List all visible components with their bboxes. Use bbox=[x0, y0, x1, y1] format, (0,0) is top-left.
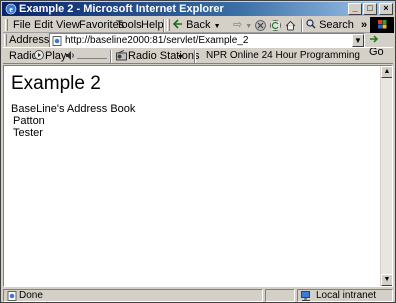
separator bbox=[194, 50, 196, 63]
close-button[interactable]: × bbox=[379, 3, 393, 15]
menu-bar: File Edit View Favorites Tools Help Back… bbox=[3, 17, 393, 33]
address-entry: Patton bbox=[13, 115, 45, 127]
back-button[interactable]: Back ▼ bbox=[172, 18, 221, 33]
address-entry: Tester bbox=[13, 127, 43, 139]
page-viewport: Example 2 BaseLine's Address Book Patton… bbox=[3, 65, 393, 287]
zone-pane: Local intranet bbox=[297, 289, 393, 302]
menu-file[interactable]: File bbox=[13, 19, 31, 31]
menu-tools[interactable]: Tools bbox=[116, 19, 142, 31]
zone-text: Local intranet bbox=[316, 290, 377, 301]
play-label[interactable]: Play bbox=[45, 50, 66, 62]
home-icon[interactable] bbox=[285, 20, 296, 31]
stop-icon[interactable] bbox=[255, 20, 266, 31]
back-dropdown-icon: ▼ bbox=[213, 23, 221, 30]
separator bbox=[110, 50, 112, 63]
address-input[interactable]: http://baseline2000:81/servlet/Example_2… bbox=[49, 33, 365, 48]
vertical-scrollbar[interactable]: ▲ ▼ bbox=[380, 66, 392, 286]
search-icon bbox=[306, 19, 316, 29]
refresh-icon[interactable] bbox=[270, 20, 281, 31]
windows-flag-icon bbox=[378, 20, 387, 29]
title-bar[interactable]: e Example 2 - Microsoft Internet Explore… bbox=[2, 2, 394, 16]
back-label: Back bbox=[186, 19, 211, 31]
play-icon[interactable] bbox=[34, 50, 44, 60]
volume-slider[interactable] bbox=[77, 53, 107, 59]
menu-help[interactable]: Help bbox=[141, 19, 164, 31]
scroll-up-icon[interactable]: ▲ bbox=[381, 66, 392, 78]
search-button[interactable]: Search bbox=[306, 18, 354, 33]
browser-window: e Example 2 - Microsoft Internet Explore… bbox=[0, 0, 396, 303]
go-arrow-icon bbox=[370, 35, 379, 43]
stations-dropdown-icon[interactable]: ▼ bbox=[177, 52, 184, 64]
forward-button[interactable]: ⇨ ▼ bbox=[233, 18, 252, 33]
menu-edit[interactable]: Edit bbox=[34, 19, 53, 31]
status-text: Done bbox=[19, 290, 43, 301]
menu-grip[interactable] bbox=[5, 19, 8, 31]
page-heading: Example 2 bbox=[11, 73, 101, 94]
forward-arrow-icon: ⇨ bbox=[233, 19, 243, 31]
toolbar-grip[interactable] bbox=[167, 19, 170, 31]
internet-explorer-icon: e bbox=[5, 3, 17, 15]
scroll-down-icon[interactable]: ▼ bbox=[381, 274, 392, 286]
status-bar: Done Local intranet bbox=[3, 289, 393, 302]
status-pane: Done bbox=[3, 289, 263, 302]
address-book-title: BaseLine's Address Book bbox=[11, 103, 136, 115]
status-pane bbox=[265, 289, 295, 302]
separator bbox=[301, 19, 303, 32]
intranet-icon bbox=[301, 291, 310, 301]
minimize-button[interactable]: _ bbox=[348, 3, 362, 15]
address-grip[interactable] bbox=[4, 34, 7, 46]
volume-icon[interactable] bbox=[65, 50, 75, 61]
maximize-button[interactable]: □ bbox=[363, 3, 377, 15]
address-bar: Address http://baseline2000:81/servlet/E… bbox=[3, 32, 393, 58]
radio-stations-button[interactable]: Radio Stations bbox=[128, 50, 200, 62]
svg-text:e: e bbox=[9, 5, 13, 14]
address-label: Address bbox=[9, 34, 50, 46]
windows-logo-icon bbox=[370, 17, 394, 33]
menu-view[interactable]: View bbox=[56, 19, 80, 31]
address-dropdown-icon[interactable]: ▼ bbox=[352, 34, 364, 47]
page-icon bbox=[52, 36, 62, 46]
radio-stations-icon bbox=[116, 50, 127, 61]
radio-toolbar: Radio Play Radio Stations ▼ NPR Online 2… bbox=[3, 47, 393, 64]
window-title: Example 2 - Microsoft Internet Explorer bbox=[19, 3, 224, 15]
back-arrow-icon bbox=[172, 19, 182, 29]
forward-dropdown-icon: ▼ bbox=[245, 23, 253, 30]
separator bbox=[163, 19, 165, 32]
done-page-icon bbox=[7, 291, 17, 301]
now-playing-text: NPR Online 24 Hour Programming bbox=[206, 50, 360, 61]
address-url: http://baseline2000:81/servlet/Example_2 bbox=[65, 35, 249, 46]
search-label: Search bbox=[319, 19, 354, 31]
toolbar-chevron-icon[interactable]: » bbox=[361, 19, 367, 31]
